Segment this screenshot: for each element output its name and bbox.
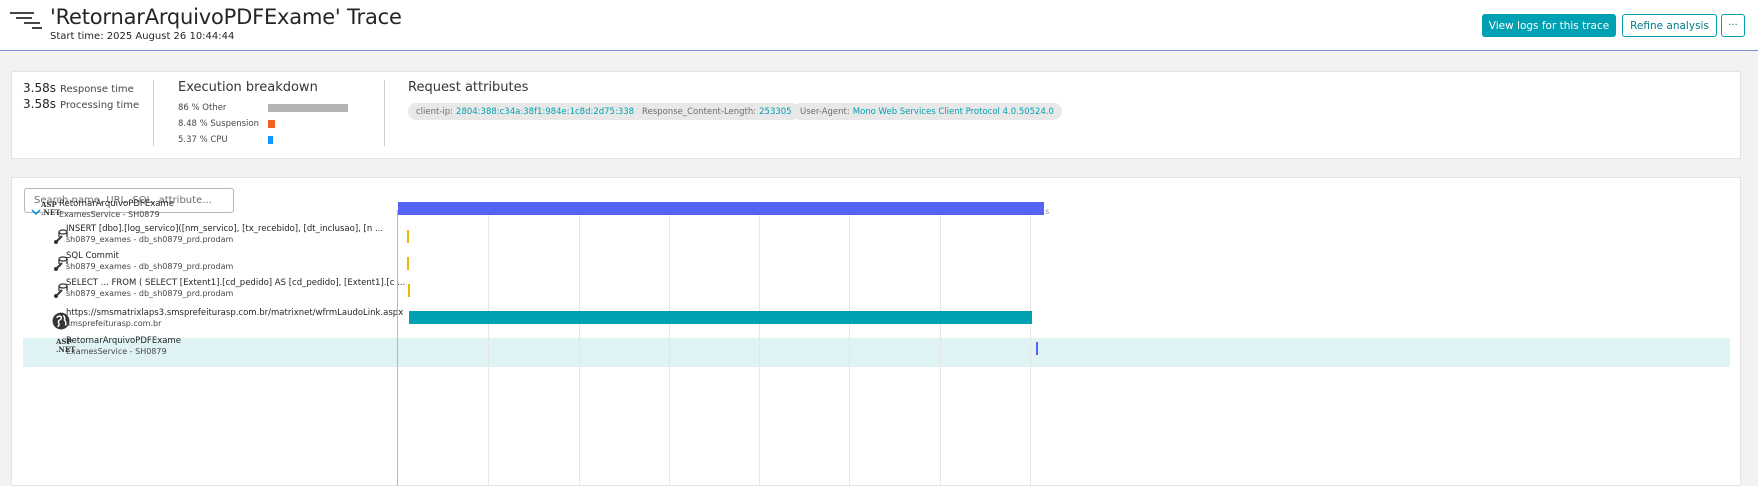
trace-duration-bar[interactable]: [398, 202, 1045, 215]
attribute-key: client-ip:: [416, 106, 454, 117]
execution-breakdown-title: Execution breakdown: [178, 80, 318, 95]
trace-duration-bar[interactable]: [407, 257, 409, 270]
processing-time-metric: 3.58s Processing time: [23, 97, 139, 111]
trace-row-name[interactable]: INSERT [dbo].[log_servico]([nm_servico],…: [66, 224, 383, 234]
response-time-value: 3.58s: [23, 81, 56, 95]
timeline-gridline: [579, 210, 580, 486]
trace-icon: [10, 12, 44, 29]
attribute-key: User-Agent:: [800, 106, 850, 117]
trace-panel: 0 s0.5 s1 s1.5 s2 s2.5 s3 s3.5 sASP.NETR…: [11, 177, 1741, 486]
more-options-button[interactable]: ···: [1721, 14, 1745, 37]
attribute-key: Response_Content-Length:: [642, 106, 757, 117]
trace-row-service: ExamesService - SH0879: [66, 347, 167, 356]
request-attributes-title: Request attributes: [408, 80, 529, 95]
trace-row-name[interactable]: SELECT ... FROM ( SELECT [Extent1].[cd_p…: [66, 278, 405, 288]
trace-row-service: sh0879_exames - db_sh0879_prd.prodam: [66, 262, 234, 271]
divider: [153, 80, 154, 146]
response-time-metric: 3.58s Response time: [23, 81, 134, 95]
timeline-gridline: [669, 210, 670, 486]
timeline-gridline: [849, 210, 850, 486]
attribute-chip-content-length[interactable]: Response_Content-Length: 253305: [634, 103, 800, 120]
breakdown-label-suspension: 8.48 % Suspension: [178, 119, 260, 129]
timeline-axis: [397, 210, 398, 486]
breakdown-label-cpu: 5.37 % CPU: [178, 135, 228, 145]
trace-row-service: ExamesService - SH0879: [59, 210, 160, 219]
trace-row-name[interactable]: SQL Commit: [66, 251, 119, 261]
summary-card: 3.58s Response time 3.58s Processing time …: [11, 71, 1741, 159]
breakdown-bar-suspension: [268, 120, 275, 128]
response-time-label: Response time: [59, 84, 134, 95]
breakdown-bar-other: [268, 104, 348, 112]
trace-row-service: sh0879_exames - db_sh0879_prd.prodam: [66, 235, 234, 244]
trace-row-service: smsprefeiturasp.com.br: [66, 319, 162, 328]
breakdown-label-other: 86 % Other: [178, 103, 227, 113]
page-title: 'RetornarArquivoPDFExame' Trace: [50, 5, 402, 29]
view-logs-button[interactable]: View logs for this trace: [1482, 14, 1616, 37]
timeline-gridline: [940, 210, 941, 486]
trace-row-name[interactable]: RetornarArquivoPDFExame: [59, 199, 174, 209]
timeline-gridline: [488, 210, 489, 486]
timeline-gridline: [759, 210, 760, 486]
start-time: Start time: 2025 August 26 10:44:44: [50, 31, 235, 42]
refine-analysis-button[interactable]: Refine analysis: [1622, 14, 1717, 37]
page-header: 'RetornarArquivoPDFExame' Trace Start ti…: [0, 0, 1758, 51]
chevron-down-icon[interactable]: [31, 208, 41, 216]
trace-duration-bar[interactable]: [408, 311, 1033, 324]
timeline-gridline: [1030, 210, 1031, 486]
trace-duration-bar[interactable]: [408, 284, 410, 297]
attribute-chip-user-agent[interactable]: User-Agent: Mono Web Services Client Prot…: [792, 103, 1062, 120]
breakdown-bar-cpu: [268, 136, 273, 144]
aspnet-icon: ASP .NET: [41, 200, 61, 217]
divider: [384, 80, 385, 146]
trace-duration-bar[interactable]: [1036, 342, 1038, 355]
trace-row-service: sh0879_exames - db_sh0879_prd.prodam: [66, 289, 234, 298]
attribute-value: 2804:388:c34a:38f1:984e:1c8d:2d75:3384: [456, 106, 640, 117]
attribute-chip-client-ip[interactable]: client-ip: 2804:388:c34a:38f1:984e:1c8d:2…: [408, 103, 648, 120]
processing-time-value: 3.58s: [23, 97, 56, 111]
processing-time-label: Processing time: [59, 100, 140, 111]
trace-row-name[interactable]: RetornarArquivoPDFExame: [66, 336, 181, 346]
selected-row-highlight[interactable]: [23, 338, 1730, 367]
attribute-value: 253305: [759, 106, 792, 117]
trace-duration-bar[interactable]: [407, 230, 409, 243]
trace-row-name[interactable]: https://smsmatrixlaps3.smsprefeiturasp.c…: [66, 308, 403, 318]
attribute-value: Mono Web Services Client Protocol 4.0.50…: [852, 106, 1054, 117]
